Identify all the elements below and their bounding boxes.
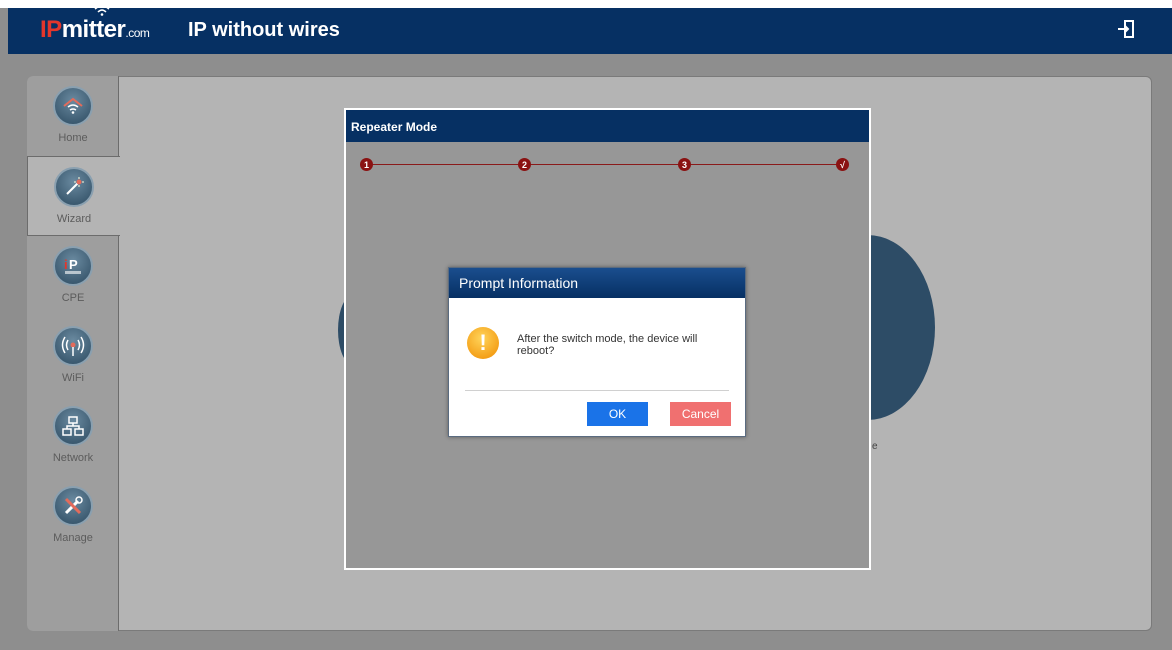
home-wifi-icon <box>53 86 93 126</box>
svg-text:P: P <box>69 257 78 272</box>
sidebar-item-label: Wizard <box>56 213 92 225</box>
ipmitter-logo: IPmitter.com <box>40 5 150 44</box>
sidebar-item-wifi[interactable]: WiFi <box>27 316 119 396</box>
logo-mitter-text: mitter <box>61 16 126 43</box>
sidebar-item-label: WiFi <box>62 372 84 384</box>
top-header: IPmitter.com IP without wires <box>8 5 1172 54</box>
wizard-wand-icon <box>54 167 94 207</box>
sidebar: Home Wizard i P CPE WiFi Network Manage <box>27 76 120 631</box>
top-strip <box>0 0 1172 8</box>
sidebar-item-wizard[interactable]: Wizard <box>27 156 120 236</box>
wizard-steps: 1 2 3 √ <box>360 158 849 172</box>
background-partial-text: e <box>872 441 878 452</box>
sidebar-item-label: Home <box>58 132 88 144</box>
logo-wifi-icon <box>94 5 110 16</box>
prompt-message: After the switch mode, the device will r… <box>517 333 698 357</box>
prompt-dialog: Prompt Information ! After the switch mo… <box>448 267 746 437</box>
header-slogan: IP without wires <box>188 19 340 41</box>
logout-icon[interactable] <box>1117 19 1135 39</box>
sidebar-item-label: Network <box>52 452 94 464</box>
ipmitter-cpe-icon: i P <box>53 246 93 286</box>
cancel-button[interactable]: Cancel <box>670 402 731 426</box>
network-icon <box>53 406 93 446</box>
step-1: 1 <box>360 158 373 171</box>
wifi-broadcast-icon <box>53 326 93 366</box>
prompt-divider <box>465 390 729 391</box>
sidebar-item-label: CPE <box>61 292 85 304</box>
sidebar-item-label: Manage <box>53 532 93 544</box>
step-2: 2 <box>518 158 531 171</box>
tools-icon <box>53 486 93 526</box>
warning-icon: ! <box>467 327 499 359</box>
ok-button[interactable]: OK <box>587 402 648 426</box>
wizard-title: Repeater Mode <box>346 110 869 142</box>
sidebar-item-home[interactable]: Home <box>27 76 119 156</box>
logo-com-text: .com <box>125 26 150 40</box>
sidebar-item-manage[interactable]: Manage <box>27 476 119 556</box>
step-3: 3 <box>678 158 691 171</box>
step-done: √ <box>836 158 849 171</box>
steps-line <box>366 164 840 165</box>
svg-text:i: i <box>64 257 68 272</box>
logo-ip-text: IP <box>40 16 62 43</box>
sidebar-item-cpe[interactable]: i P CPE <box>27 236 119 316</box>
sidebar-item-network[interactable]: Network <box>27 396 119 476</box>
prompt-title: Prompt Information <box>449 268 745 298</box>
